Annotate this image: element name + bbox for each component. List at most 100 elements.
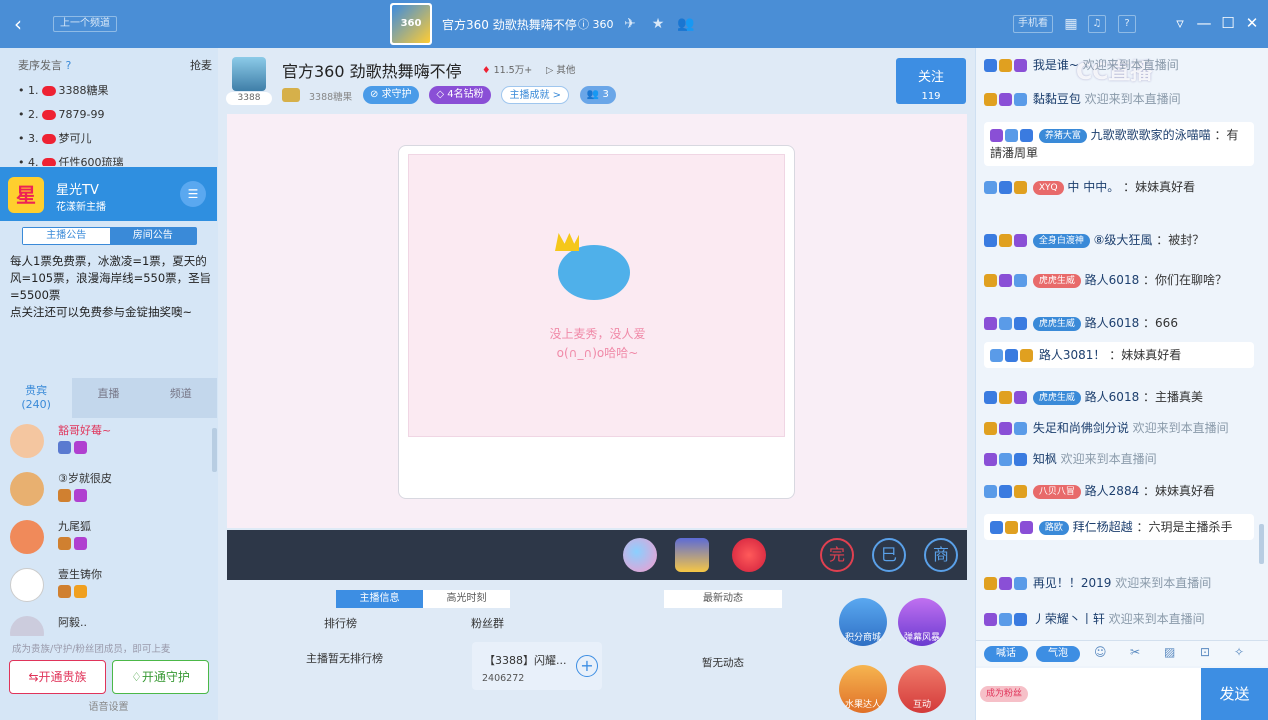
chat-username: 知枫 (1032, 452, 1057, 466)
avatar (10, 472, 44, 506)
points-mall-button[interactable]: 积分商城 (839, 598, 887, 646)
badge-icon (984, 485, 997, 498)
list-item[interactable]: 九尾狐 (8, 518, 213, 566)
hint-text: 成为贵族/守护/粉丝团成员，即可上麦 (12, 644, 171, 655)
chat-username: 九歌歌歌歌家的泳喵喵 (1090, 128, 1211, 142)
plane-icon[interactable]: ✈ (620, 14, 640, 34)
open-guard-button[interactable]: ♢开通守护 (112, 660, 209, 694)
image-icon[interactable]: ▨ (1164, 645, 1175, 659)
interact-button[interactable]: 互动 (898, 665, 946, 713)
box-icon[interactable] (675, 538, 709, 572)
chat-input[interactable]: 成为粉丝 (976, 668, 1201, 720)
firework-icon[interactable] (732, 538, 766, 572)
list-item[interactable]: ③岁就很皮 (8, 470, 213, 518)
badge-icon (58, 440, 94, 454)
voice-settings[interactable]: 语音设置 (0, 698, 217, 713)
other-button[interactable]: ▷ 其他 (546, 62, 575, 76)
balloon-icon[interactable] (623, 538, 657, 572)
achievement-badge[interactable]: 主播成就 > (501, 86, 570, 104)
diamond-badge[interactable]: ◇ 4名钻粉 (429, 86, 491, 104)
list-item[interactable]: 阿毅.. (8, 614, 213, 636)
back-icon[interactable]: ‹ (8, 12, 28, 36)
shop-icon[interactable]: 商 (924, 538, 958, 572)
scrollbar[interactable] (1259, 524, 1264, 564)
prev-channel-button[interactable]: 上一个频道 (53, 16, 117, 32)
chat-text: ：主播真美 (1143, 390, 1204, 404)
group-card[interactable]: 【3388】闪耀... 2406272 + (472, 642, 602, 690)
bell-icon[interactable]: ♫ (1088, 15, 1106, 33)
settings-icon[interactable]: ✧ (1234, 645, 1244, 659)
help-icon[interactable]: ? (1118, 15, 1136, 33)
follow-button[interactable]: 关注 119 (896, 58, 966, 104)
list-item[interactable]: 壹生铸你 (8, 566, 213, 614)
rank-item[interactable]: • 1. 3388糖果 (18, 80, 208, 102)
rank-item[interactable]: • 4. 任性600琉璃 (18, 152, 208, 166)
chat-username: 路人6018 (1084, 390, 1140, 404)
scissors-icon[interactable]: ✂ (1130, 645, 1140, 659)
star-icon[interactable]: ★ (648, 14, 668, 34)
fan-group: 3388糖果 (309, 92, 353, 103)
center-panel: 3388 官方360 劲歌热舞嗨不停 ♦ 11.5万+ ▷ 其他 3388糖果 … (218, 48, 975, 720)
send-button[interactable]: 发送 (1201, 668, 1268, 720)
anchor-avatar[interactable] (232, 57, 266, 91)
chat-text: ：你们在聊啥？ (1143, 273, 1228, 287)
users-icon[interactable]: 👥 (676, 14, 696, 34)
badge-icon (1014, 453, 1027, 466)
bag-icon[interactable]: 巳 (872, 538, 906, 572)
rank-item[interactable]: • 3. 梦可儿 (18, 128, 208, 150)
badge-icon (1014, 274, 1027, 287)
chat-text: 欢迎来到本直播间 (1060, 452, 1157, 466)
badge-row: ⊘ 求守护 ◇ 4名钻粉 主播成就 > 👥 3 (363, 86, 616, 104)
close-icon[interactable]: ✕ (1242, 12, 1262, 34)
tab-vip[interactable]: 贵宾 (240) (0, 378, 73, 418)
grab-mic-button[interactable]: 抢麦 (190, 57, 212, 73)
become-fan-button[interactable]: 成为粉丝 (980, 686, 1029, 702)
grid-icon[interactable]: ▦ (1062, 15, 1080, 33)
badge-icon (999, 577, 1012, 590)
channel-card[interactable]: 星 星光TV 花漾新主播 ☰ (0, 167, 217, 221)
open-noble-button[interactable]: ⇆开通贵族 (9, 660, 106, 694)
badge-icon (984, 181, 997, 194)
shout-button[interactable]: 喊话 (984, 646, 1028, 662)
danmaku-storm-button[interactable]: 弹幕风暴 (898, 598, 946, 646)
badge-icon (999, 391, 1012, 404)
finish-icon[interactable]: 完 (820, 538, 854, 572)
guard-badge[interactable]: ⊘ 求守护 (363, 86, 419, 104)
chat-username: 丿荣耀丶丨轩 (1032, 612, 1105, 626)
tab-highlights[interactable]: 高光时刻 (423, 590, 510, 608)
badge-icon (990, 521, 1003, 534)
maximize-icon[interactable]: ☐ (1218, 12, 1238, 34)
menu-icon[interactable]: ▿ (1170, 12, 1190, 34)
tab-live[interactable]: 直播 (72, 378, 144, 418)
badge-icon (58, 536, 94, 550)
fans-count-badge[interactable]: 👥 3 (579, 86, 616, 104)
badge-icon (58, 584, 94, 598)
tab-anchor-notice[interactable]: 主播公告 (23, 228, 110, 244)
list-item[interactable]: 豁哥好莓~ (8, 422, 213, 470)
notice-text: 每人1票免费票，冰激凌=1票，夏天的风=105票，浪漫海岸线=550票，圣旨=5… (10, 254, 212, 319)
fruit-master-button[interactable]: 水果达人 (839, 665, 887, 713)
fans-group-label: 粉丝群 (471, 617, 504, 630)
minimize-icon[interactable]: — (1194, 12, 1214, 34)
chat-text: 欢迎来到本直播间 (1132, 421, 1229, 435)
tab-anchor-info[interactable]: 主播信息 (336, 590, 423, 608)
lock-icon[interactable]: ⊡ (1200, 645, 1210, 659)
badge-icon (999, 317, 1012, 330)
add-icon[interactable]: + (576, 655, 598, 677)
bubble-button[interactable]: 气泡 (1036, 646, 1080, 662)
tab-room-notice[interactable]: 房间公告 (109, 228, 196, 244)
rank-item[interactable]: • 2. 7879-99 (18, 104, 208, 126)
tab-channel[interactable]: 频道 (145, 378, 217, 418)
list-icon[interactable]: ☰ (180, 181, 206, 207)
badge-icon (999, 93, 1012, 106)
badge-icon (1014, 422, 1027, 435)
mobile-button[interactable]: 手机看 (1013, 15, 1053, 33)
badge-icon (1014, 93, 1027, 106)
empty-state: 没上麦秀，没人爱 o(∩_∩)o哈哈~ (408, 154, 785, 437)
emoji-icon[interactable]: ☺ (1094, 645, 1107, 659)
badge-icon (999, 485, 1012, 498)
badge-icon (990, 129, 1003, 142)
tag-badge: 虎虎生威 (1032, 390, 1081, 405)
badge-icon (1014, 317, 1027, 330)
crown-icon (555, 233, 579, 251)
